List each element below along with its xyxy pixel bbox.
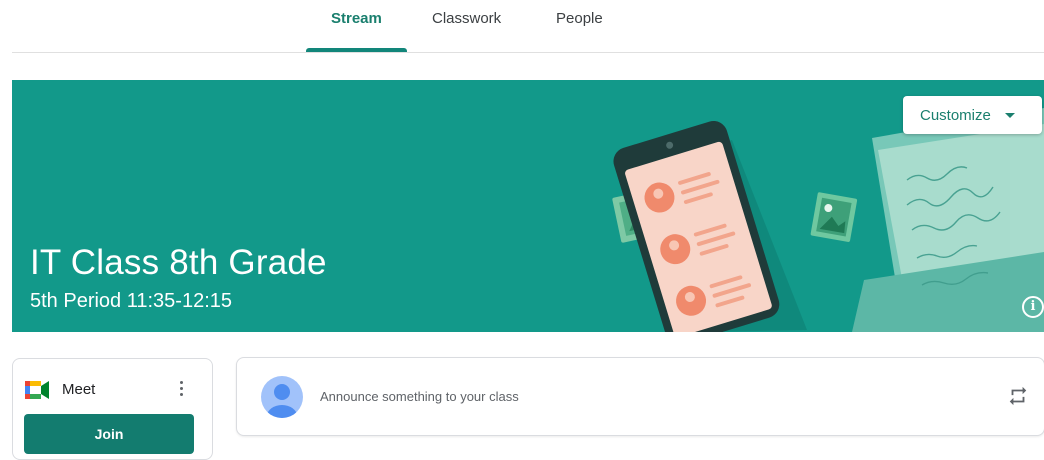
announce-box[interactable]: Announce something to your class <box>236 357 1044 436</box>
top-nav: Stream Classwork People <box>0 0 1044 53</box>
meet-card: Meet Join <box>12 358 213 460</box>
nav-divider <box>12 52 1044 53</box>
tab-classwork[interactable]: Classwork <box>432 10 501 27</box>
customize-label: Customize <box>920 106 991 124</box>
class-title: IT Class 8th Grade <box>30 243 327 282</box>
customize-button[interactable]: Customize <box>903 96 1042 134</box>
class-banner: IT Class 8th Grade 5th Period 11:35-12:1… <box>12 80 1044 332</box>
announce-placeholder: Announce something to your class <box>320 389 519 404</box>
google-meet-icon <box>25 381 49 399</box>
meet-label: Meet <box>62 381 96 398</box>
repost-icon[interactable] <box>1007 385 1029 407</box>
info-icon[interactable]: i <box>1022 296 1044 318</box>
join-meet-button[interactable]: Join <box>24 414 194 454</box>
class-subtitle: 5th Period 11:35-12:15 <box>30 290 233 312</box>
tab-people[interactable]: People <box>556 10 603 27</box>
more-options-icon[interactable] <box>178 379 184 399</box>
caret-down-icon <box>1004 112 1015 118</box>
tab-stream[interactable]: Stream <box>331 10 382 27</box>
avatar <box>261 376 303 418</box>
